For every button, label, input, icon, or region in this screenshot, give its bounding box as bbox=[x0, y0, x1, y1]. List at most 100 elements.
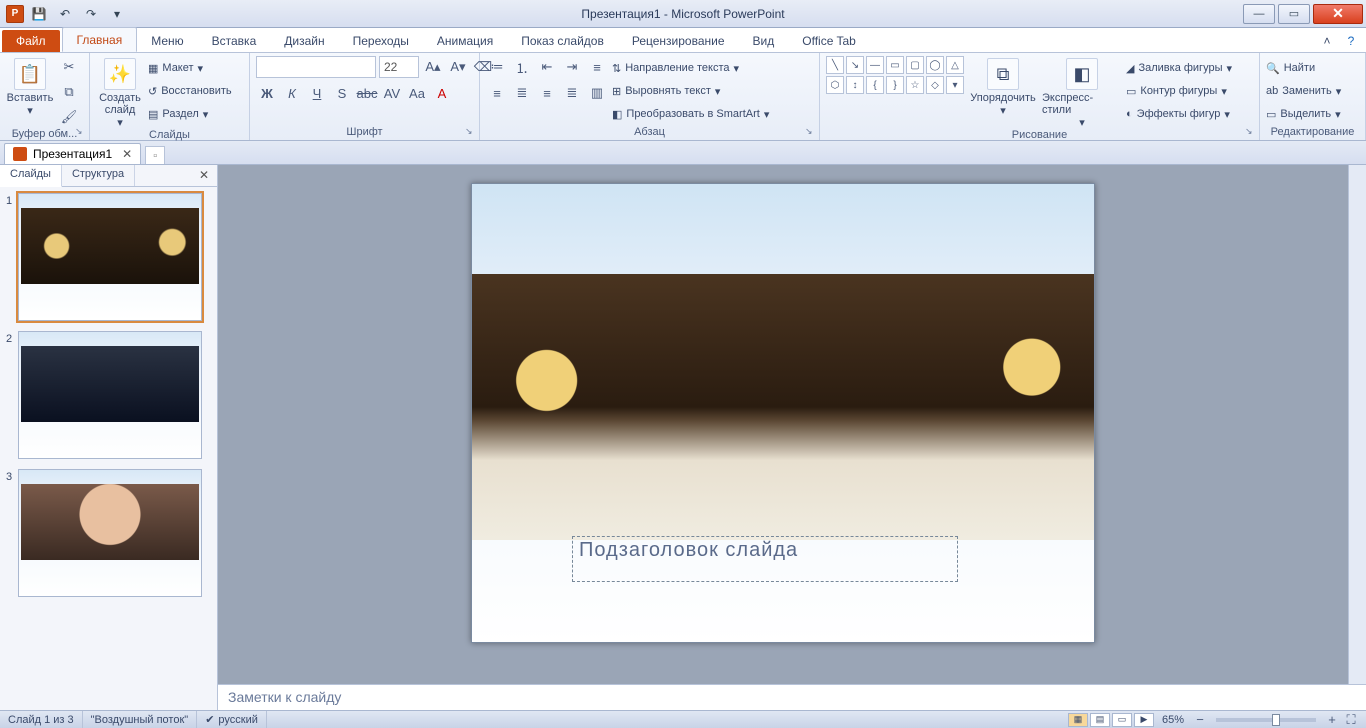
tab-menu[interactable]: Меню bbox=[137, 29, 197, 52]
reset-button[interactable]: ↺ Восстановить bbox=[148, 81, 232, 101]
tab-animation[interactable]: Анимация bbox=[423, 29, 507, 52]
outdent-button[interactable]: ⇤ bbox=[536, 56, 558, 78]
thumbnail-image bbox=[21, 484, 199, 560]
strike-button[interactable]: abc bbox=[356, 82, 378, 104]
numbering-button[interactable]: ⒈ bbox=[511, 56, 533, 78]
zoom-level[interactable]: 65% bbox=[1162, 714, 1184, 726]
status-language[interactable]: ✔ русский bbox=[197, 711, 267, 728]
zoom-slider[interactable] bbox=[1216, 718, 1316, 722]
slide[interactable]: Подзаголовок слайда bbox=[471, 183, 1095, 643]
slide-number: 1 bbox=[6, 193, 18, 321]
tab-view[interactable]: Вид bbox=[739, 29, 789, 52]
tab-outline[interactable]: Структура bbox=[62, 165, 135, 186]
arrange-button[interactable]: ⧉ Упорядочить▾ bbox=[968, 56, 1038, 129]
subtitle-placeholder[interactable]: Подзаголовок слайда bbox=[572, 536, 958, 582]
select-button[interactable]: ▭ Выделить ▾ bbox=[1266, 104, 1341, 124]
close-panel-icon[interactable]: ✕ bbox=[191, 165, 217, 186]
dialog-launcher-icon[interactable]: ↘ bbox=[1245, 126, 1257, 138]
underline-button[interactable]: Ч bbox=[306, 82, 328, 104]
line-spacing-button[interactable]: ≡ bbox=[586, 56, 608, 78]
fit-window-button[interactable]: ⛶ bbox=[1342, 713, 1360, 727]
view-reading-button[interactable]: ▭ bbox=[1112, 713, 1132, 727]
ribbon-minimize-icon[interactable]: ˄ bbox=[1318, 32, 1336, 50]
font-combo[interactable] bbox=[256, 56, 376, 78]
justify-button[interactable]: ≣ bbox=[561, 82, 583, 104]
tab-insert[interactable]: Вставка bbox=[198, 29, 271, 52]
view-slideshow-button[interactable]: ▶ bbox=[1134, 713, 1154, 727]
doc-tab-label: Презентация1 bbox=[33, 147, 112, 161]
notes-pane[interactable]: Заметки к слайду bbox=[218, 684, 1366, 710]
smartart-button[interactable]: ◧ Преобразовать в SmartArt ▾ bbox=[612, 104, 769, 124]
paste-button[interactable]: 📋 Вставить ▾ bbox=[6, 56, 54, 128]
redo-button[interactable]: ↷ bbox=[80, 3, 102, 25]
bold-button[interactable]: Ж bbox=[256, 82, 278, 104]
copy-button[interactable]: ⧉ bbox=[58, 81, 80, 103]
shape-effects-button[interactable]: ◐ Эффекты фигур ▾ bbox=[1126, 104, 1232, 124]
shape-fill-button[interactable]: ◢ Заливка фигуры ▾ bbox=[1126, 58, 1232, 78]
view-sorter-button[interactable]: ▤ bbox=[1090, 713, 1110, 727]
minimize-button[interactable]: — bbox=[1243, 4, 1275, 24]
grow-font-button[interactable]: A▴ bbox=[422, 56, 444, 78]
change-case-button[interactable]: Aa bbox=[406, 82, 428, 104]
layout-button[interactable]: ▦ Макет ▾ bbox=[148, 58, 232, 78]
vertical-scrollbar[interactable] bbox=[1348, 165, 1366, 684]
shadow-button[interactable]: S bbox=[331, 82, 353, 104]
tab-home[interactable]: Главная bbox=[62, 27, 138, 52]
replace-button[interactable]: ab Заменить ▾ bbox=[1266, 81, 1341, 101]
slide-canvas[interactable]: Подзаголовок слайда bbox=[218, 165, 1348, 684]
find-button[interactable]: 🔍 Найти bbox=[1266, 58, 1341, 78]
undo-button[interactable]: ↶ bbox=[54, 3, 76, 25]
font-color-button[interactable]: A bbox=[431, 82, 453, 104]
zoom-out-button[interactable]: − bbox=[1192, 713, 1208, 727]
text-direction-button[interactable]: ⇅ Направление текста ▾ bbox=[612, 58, 769, 78]
tab-slides[interactable]: Слайды bbox=[0, 165, 62, 187]
cut-button[interactable]: ✂ bbox=[58, 56, 80, 78]
shapes-gallery[interactable]: ╲↘—▭▢◯△ ⬡↕{}☆◇▾ bbox=[826, 56, 964, 129]
app-icon[interactable]: P bbox=[6, 5, 24, 23]
shape-outline-button[interactable]: ▭ Контур фигуры ▾ bbox=[1126, 81, 1232, 101]
section-button[interactable]: ▤ Раздел ▾ bbox=[148, 104, 232, 124]
new-slide-button[interactable]: ✨ Создать слайд ▾ bbox=[96, 56, 144, 129]
slide-thumbnail[interactable]: 3 bbox=[6, 469, 211, 597]
status-theme[interactable]: "Воздушный поток" bbox=[83, 711, 198, 728]
status-bar: Слайд 1 из 3 "Воздушный поток" ✔ русский… bbox=[0, 710, 1366, 728]
slide-thumbnail[interactable]: 1 bbox=[6, 193, 211, 321]
align-left-button[interactable]: ≡ bbox=[486, 82, 508, 104]
italic-button[interactable]: К bbox=[281, 82, 303, 104]
file-tab[interactable]: Файл bbox=[2, 30, 60, 52]
tab-transitions[interactable]: Переходы bbox=[339, 29, 423, 52]
qat-more-icon[interactable]: ▾ bbox=[106, 3, 128, 25]
tab-design[interactable]: Дизайн bbox=[270, 29, 338, 52]
slide-image[interactable] bbox=[472, 274, 1094, 540]
help-icon[interactable]: ? bbox=[1342, 32, 1360, 50]
zoom-in-button[interactable]: + bbox=[1324, 713, 1340, 727]
close-tab-icon[interactable]: ✕ bbox=[122, 147, 132, 161]
bullets-button[interactable]: ≔ bbox=[486, 56, 508, 78]
dialog-launcher-icon[interactable]: ↘ bbox=[465, 126, 477, 138]
spacing-button[interactable]: AV bbox=[381, 82, 403, 104]
new-document-button[interactable]: ▫ bbox=[145, 146, 165, 164]
tab-officetab[interactable]: Office Tab bbox=[788, 29, 870, 52]
slides-panel: Слайды Структура ✕ 1 2 3 bbox=[0, 165, 218, 710]
document-tab[interactable]: Презентация1 ✕ bbox=[4, 143, 141, 164]
format-painter-button[interactable]: 🖌 bbox=[58, 106, 80, 128]
status-slide[interactable]: Слайд 1 из 3 bbox=[0, 711, 83, 728]
font-size-combo[interactable]: 22 bbox=[379, 56, 419, 78]
dialog-launcher-icon[interactable]: ↘ bbox=[75, 126, 87, 138]
indent-button[interactable]: ⇥ bbox=[561, 56, 583, 78]
shrink-font-button[interactable]: A▾ bbox=[447, 56, 469, 78]
save-button[interactable]: 💾 bbox=[28, 3, 50, 25]
close-button[interactable]: ✕ bbox=[1313, 4, 1363, 24]
dialog-launcher-icon[interactable]: ↘ bbox=[805, 126, 817, 138]
view-normal-button[interactable]: ▦ bbox=[1068, 713, 1088, 727]
slide-thumbnail[interactable]: 2 bbox=[6, 331, 211, 459]
tab-slideshow[interactable]: Показ слайдов bbox=[507, 29, 618, 52]
align-right-button[interactable]: ≡ bbox=[536, 82, 558, 104]
align-text-button[interactable]: ⊞ Выровнять текст ▾ bbox=[612, 81, 769, 101]
paste-icon: 📋 bbox=[14, 58, 46, 90]
maximize-button[interactable]: ▭ bbox=[1278, 4, 1310, 24]
quick-styles-button[interactable]: ◧ Экспресс-стили▾ bbox=[1042, 56, 1122, 129]
columns-button[interactable]: ▥ bbox=[586, 82, 608, 104]
tab-review[interactable]: Рецензирование bbox=[618, 29, 739, 52]
align-center-button[interactable]: ≣ bbox=[511, 82, 533, 104]
